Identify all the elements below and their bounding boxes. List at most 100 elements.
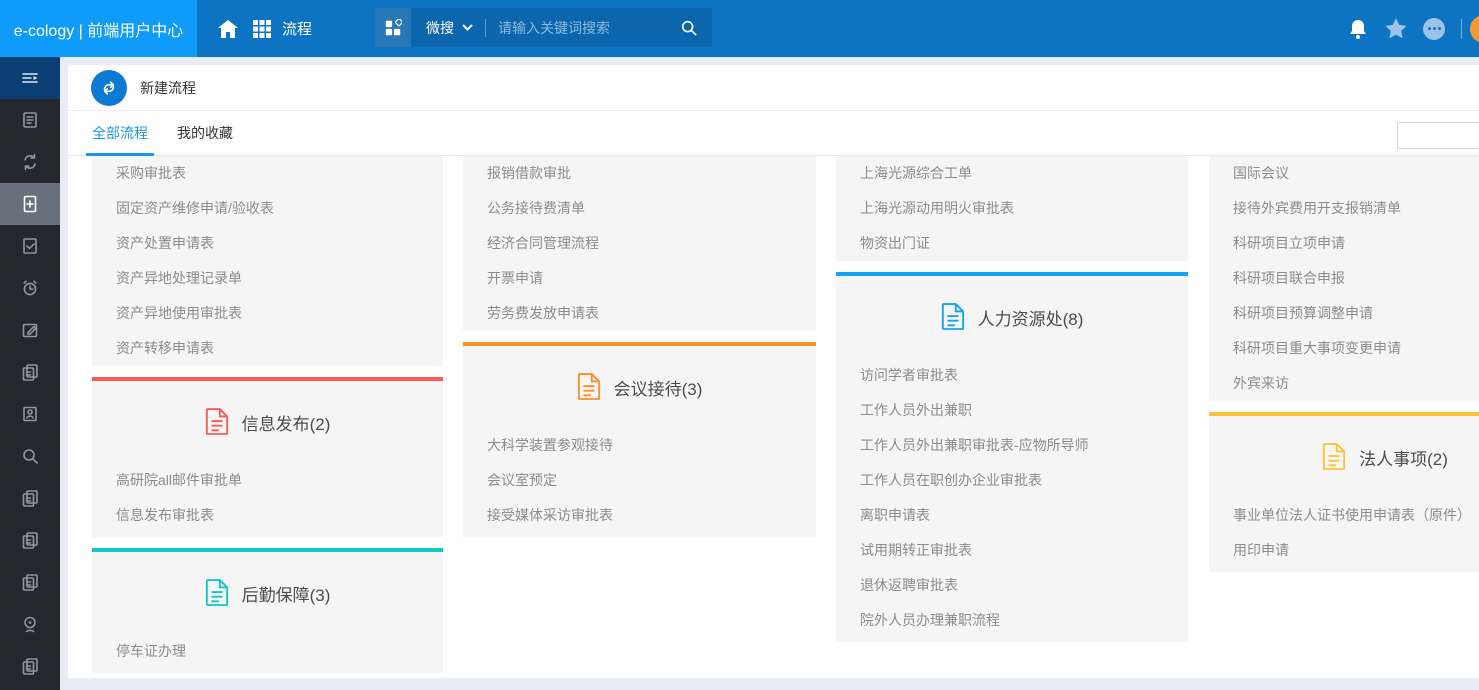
workflow-link[interactable]: 公务接待费清单: [463, 191, 816, 226]
workflow-link[interactable]: 资产异地使用审批表: [92, 296, 443, 331]
category-document-icon: [577, 373, 601, 401]
main-panel: 新建流程 全部流程 我的收藏 采购审批表固定资产维修申请/验收表资产处置申请表资…: [68, 65, 1479, 678]
sidebar-item-new-document[interactable]: [0, 183, 60, 225]
user-avatar[interactable]: [1470, 15, 1479, 43]
search-divider: [485, 19, 486, 37]
home-nav-button[interactable]: [213, 0, 243, 57]
workflow-link[interactable]: 大科学装置参观接待: [463, 428, 816, 463]
sidebar-item-sync[interactable]: [0, 141, 60, 183]
workflow-link[interactable]: 事业单位法人证书使用申请表（原件）: [1209, 498, 1479, 533]
workflow-link[interactable]: 固定资产维修申请/验收表: [92, 191, 443, 226]
app-logo[interactable]: e-cology | 前端用户中心: [0, 0, 197, 57]
alarm-clock-icon: [20, 278, 40, 298]
flow-nav-button[interactable]: 流程: [252, 0, 312, 57]
document-icon: [20, 110, 40, 130]
sidebar-item-alarm-clock[interactable]: [0, 267, 60, 309]
global-search-input[interactable]: [498, 20, 658, 36]
sidebar-item-task-check[interactable]: [0, 225, 60, 267]
page-header: 新建流程: [68, 65, 1479, 111]
category-title: 会议接待(3): [614, 375, 703, 400]
workflow-link[interactable]: 劳务费发放申请表: [463, 296, 816, 331]
menu-icon: [20, 68, 40, 88]
workflow-link[interactable]: 经济合同管理流程: [463, 226, 816, 261]
workflow-link[interactable]: 接受媒体采访审批表: [463, 498, 816, 533]
category-document-icon: [205, 579, 229, 607]
chevron-down-icon[interactable]: [462, 24, 473, 31]
workflow-link[interactable]: 试用期转正审批表: [836, 533, 1188, 568]
topbar-separator: [1461, 19, 1462, 39]
tab-all-workflows[interactable]: 全部流程: [86, 111, 154, 156]
category-card: 上海光源综合工单上海光源动用明火审批表物资出门证: [836, 156, 1188, 261]
page-title: 新建流程: [140, 78, 196, 98]
workflow-column-4: 国际会议接待外宾费用开支报销清单科研项目立项申请科研项目联合申报科研项目预算调整…: [1209, 156, 1479, 583]
category-header: 人力资源处(8): [836, 276, 1188, 358]
workflow-link[interactable]: 上海光源综合工单: [836, 156, 1188, 191]
sidebar-item-copy[interactable]: [0, 561, 60, 603]
workflow-link[interactable]: 离职申请表: [836, 498, 1188, 533]
workflow-link[interactable]: 科研项目预算调整申请: [1209, 296, 1479, 331]
category-header: 法人事项(2): [1209, 416, 1479, 498]
workflow-link[interactable]: 报销借款审批: [463, 156, 816, 191]
category-card: 信息发布(2) 高研院all邮件审批单信息发布审批表: [92, 377, 443, 537]
new-workflow-icon: [91, 70, 127, 106]
edit-icon: [20, 320, 40, 340]
sidebar-item-search[interactable]: [0, 435, 60, 477]
apps-switch-button[interactable]: [375, 8, 411, 47]
workflow-link[interactable]: 科研项目重大事项变更申请: [1209, 331, 1479, 366]
category-document-icon: [1322, 443, 1346, 471]
category-title: 人力资源处(8): [978, 305, 1084, 330]
workflow-link[interactable]: 国际会议: [1209, 156, 1479, 191]
notifications-bell-icon[interactable]: [1339, 18, 1377, 40]
workflow-link[interactable]: 科研项目联合申报: [1209, 261, 1479, 296]
apps-icon: [384, 19, 402, 37]
sidebar-item-id-card[interactable]: [0, 393, 60, 435]
workflow-link[interactable]: 停车证办理: [92, 634, 443, 669]
workflow-link[interactable]: 物资出门证: [836, 226, 1188, 261]
tab-my-favorites[interactable]: 我的收藏: [171, 111, 239, 156]
category-document-icon: [941, 303, 965, 331]
sidebar-item-copy[interactable]: [0, 519, 60, 561]
webcam-icon: [20, 614, 40, 634]
workflow-link[interactable]: 外宾来访: [1209, 366, 1479, 401]
sidebar-item-document[interactable]: [0, 99, 60, 141]
workflow-link[interactable]: 退休返聘审批表: [836, 568, 1188, 603]
home-icon: [217, 19, 239, 39]
search-icon[interactable]: [680, 19, 698, 37]
workflow-link[interactable]: 会议室预定: [463, 463, 816, 498]
search-scope-selector[interactable]: 微搜: [426, 18, 454, 38]
workflow-link[interactable]: 资产异地处理记录单: [92, 261, 443, 296]
favorites-star-icon[interactable]: [1377, 18, 1415, 39]
workflow-link[interactable]: 接待外宾费用开支报销清单: [1209, 191, 1479, 226]
workflow-link[interactable]: 用印申请: [1209, 533, 1479, 568]
workflow-link[interactable]: 采购审批表: [92, 156, 443, 191]
workflow-link[interactable]: 工作人员在职创办企业审批表: [836, 463, 1188, 498]
sidebar-item-webcam[interactable]: [0, 603, 60, 645]
category-title: 后勤保障(3): [242, 581, 331, 606]
workflow-link[interactable]: 工作人员外出兼职审批表-应物所导师: [836, 428, 1188, 463]
workflow-link[interactable]: 上海光源动用明火审批表: [836, 191, 1188, 226]
workflow-link[interactable]: 院外人员办理兼职流程: [836, 603, 1188, 638]
workflow-link[interactable]: 资产处置申请表: [92, 226, 443, 261]
workflow-filter-input[interactable]: [1397, 122, 1479, 149]
sidebar-item-copy[interactable]: [0, 645, 60, 687]
workflow-link[interactable]: 科研项目立项申请: [1209, 226, 1479, 261]
workflow-link[interactable]: 访问学者审批表: [836, 358, 1188, 393]
workflow-link[interactable]: 工作人员外出兼职: [836, 393, 1188, 428]
workflow-link[interactable]: 高研院all邮件审批单: [92, 463, 443, 498]
category-card: 后勤保障(3) 停车证办理: [92, 548, 443, 673]
sidebar-item-edit[interactable]: [0, 309, 60, 351]
category-title: 信息发布(2): [242, 410, 331, 435]
copy-icon: [20, 656, 40, 676]
sidebar-item-copy[interactable]: [0, 477, 60, 519]
copy-icon: [20, 572, 40, 592]
more-options-icon[interactable]: [1415, 18, 1453, 40]
category-card: 会议接待(3) 大科学装置参观接待会议室预定接受媒体采访审批表: [463, 342, 816, 537]
sidebar-item-menu[interactable]: [0, 57, 60, 99]
search-icon: [20, 446, 40, 466]
workflow-link[interactable]: 资产转移申请表: [92, 331, 443, 366]
workflow-link[interactable]: 开票申请: [463, 261, 816, 296]
sidebar-item-copy[interactable]: [0, 351, 60, 393]
category-document-icon: [205, 408, 229, 436]
workflow-link[interactable]: 信息发布审批表: [92, 498, 443, 533]
workflow-column-1: 采购审批表固定资产维修申请/验收表资产处置申请表资产异地处理记录单资产异地使用审…: [92, 156, 443, 678]
